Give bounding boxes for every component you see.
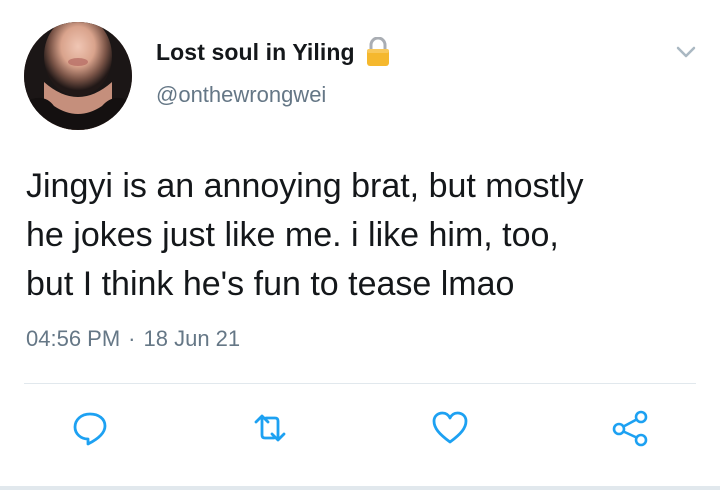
heart-icon	[430, 408, 470, 453]
retweet-button[interactable]	[250, 410, 290, 450]
tweet-timestamp[interactable]: 04:56 PM · 18 Jun 21	[26, 326, 240, 352]
display-name[interactable]: Lost soul in Yiling	[156, 39, 355, 66]
meta-separator: ·	[128, 326, 136, 351]
tweet-time: 04:56 PM	[26, 326, 121, 351]
reply-button[interactable]	[70, 410, 110, 450]
lock-icon	[365, 36, 391, 67]
chevron-down-icon[interactable]	[672, 40, 700, 64]
user-handle[interactable]: @onthewrongwei	[156, 82, 326, 108]
tweet-date: 18 Jun 21	[143, 326, 241, 351]
reply-icon	[70, 408, 110, 453]
divider	[24, 383, 696, 384]
tweet-text: Jingyi is an annoying brat, but mostly h…	[26, 167, 584, 303]
avatar[interactable]	[24, 22, 132, 130]
name-row: Lost soul in Yiling	[156, 36, 391, 68]
share-button[interactable]	[610, 410, 650, 450]
bottom-divider	[0, 486, 720, 490]
avatar-photo	[24, 22, 132, 130]
share-icon	[610, 408, 650, 453]
retweet-icon	[250, 408, 290, 453]
tweet-card: Lost soul in Yiling @onthewrongwei Jingy…	[0, 0, 720, 490]
like-button[interactable]	[430, 410, 470, 450]
